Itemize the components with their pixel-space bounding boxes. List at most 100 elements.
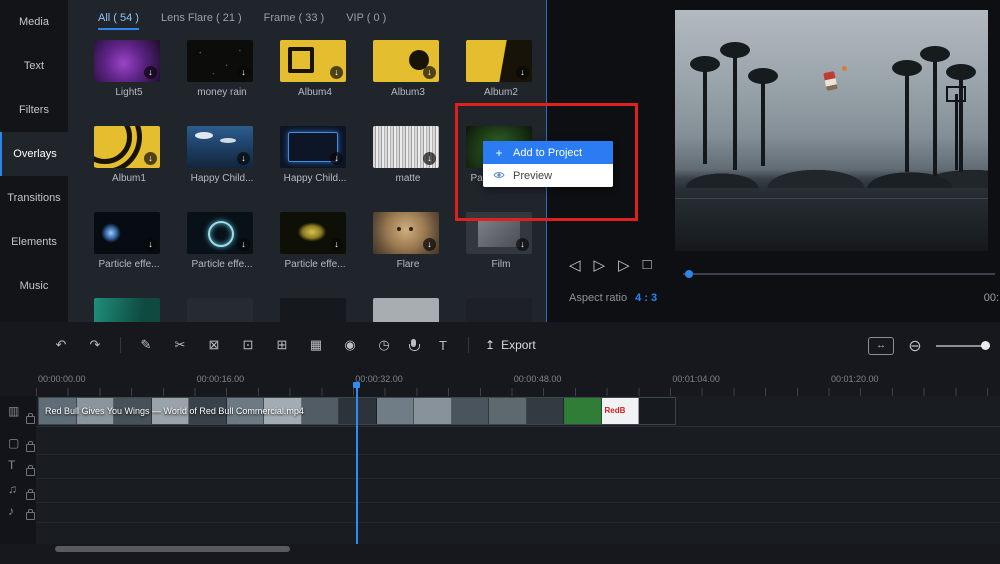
horizontal-scrollbar[interactable]: [55, 546, 290, 552]
playhead[interactable]: [356, 386, 358, 544]
overlay-thumbnail[interactable]: ↓: [280, 212, 346, 254]
download-icon[interactable]: ↓: [237, 152, 250, 165]
prev-frame-button[interactable]: ◁: [569, 256, 581, 274]
download-icon[interactable]: ↓: [423, 238, 436, 251]
overlay-item[interactable]: ↓Light5: [94, 36, 187, 122]
tab-lens-flare[interactable]: Lens Flare ( 21 ): [161, 12, 242, 30]
overlay-item[interactable]: ↓Happy Child...: [187, 122, 280, 208]
edit-icon[interactable]: ✎: [137, 337, 155, 353]
sidebar-item-overlays[interactable]: Overlays: [0, 132, 68, 176]
overlay-thumbnail[interactable]: ↓: [466, 40, 532, 82]
overlay-thumbnail[interactable]: ↓: [280, 40, 346, 82]
overlay-thumbnail[interactable]: ↓: [373, 40, 439, 82]
timeline-zoom-slider[interactable]: [936, 345, 990, 347]
overlay-thumbnail[interactable]: ↓: [94, 126, 160, 168]
overlay-thumbnail[interactable]: ↓: [94, 40, 160, 82]
zoom-out-icon[interactable]: ⊖: [906, 336, 924, 356]
download-icon[interactable]: ↓: [144, 238, 157, 251]
overlay-thumbnail[interactable]: ↓: [187, 212, 253, 254]
scissors-icon[interactable]: ✂: [171, 337, 189, 353]
sidebar-item-filters[interactable]: Filters: [0, 88, 68, 132]
overlay-thumbnail[interactable]: ↓: [187, 126, 253, 168]
text-to-speech-icon[interactable]: T: [434, 338, 452, 353]
overlay-item[interactable]: ↓matte: [373, 122, 466, 208]
overlay-thumbnail[interactable]: [94, 298, 160, 323]
aspect-ratio-value[interactable]: 4 : 3: [635, 292, 657, 304]
overlay-item[interactable]: ↓Particle effe...: [280, 208, 373, 294]
tab-frame[interactable]: Frame ( 33 ): [264, 12, 325, 30]
overlay-thumbnail[interactable]: ↓: [373, 126, 439, 168]
overlay-item[interactable]: ↓Film: [466, 208, 547, 294]
mic-icon[interactable]: [409, 339, 418, 352]
duration-icon[interactable]: ◷: [375, 337, 393, 353]
text-track[interactable]: [36, 454, 1000, 479]
preview-video[interactable]: [675, 10, 988, 251]
video-track[interactable]: Red Bull Gives You Wings — World of Red …: [36, 396, 1000, 427]
overlay-item[interactable]: [187, 294, 280, 323]
delete-icon[interactable]: ⊠: [205, 337, 223, 353]
overlay-item[interactable]: ↓Particle effe...: [187, 208, 280, 294]
overlay-item[interactable]: ↓Album3: [373, 36, 466, 122]
seek-bar[interactable]: [683, 273, 995, 275]
sidebar-item-music[interactable]: Music: [0, 264, 68, 308]
download-icon[interactable]: ↓: [423, 66, 436, 79]
crop-icon[interactable]: ⊡: [239, 337, 257, 353]
lock-icon[interactable]: [26, 416, 35, 424]
overlay-track[interactable]: [36, 432, 1000, 455]
seek-handle[interactable]: [685, 270, 693, 278]
next-frame-button[interactable]: ▷: [618, 256, 630, 274]
record-icon[interactable]: ◉: [341, 337, 359, 353]
music-track[interactable]: [36, 478, 1000, 503]
mosaic-icon[interactable]: ▦: [307, 337, 325, 353]
overlay-thumbnail[interactable]: ↓: [187, 40, 253, 82]
download-icon[interactable]: ↓: [144, 152, 157, 165]
overlay-thumbnail[interactable]: ↓: [373, 212, 439, 254]
redo-icon[interactable]: ↷: [86, 337, 104, 353]
video-track-icon[interactable]: ▥: [8, 404, 19, 418]
overlay-item[interactable]: ↓Album2: [466, 36, 547, 122]
tab-vip[interactable]: VIP ( 0 ): [346, 12, 386, 30]
overlay-item[interactable]: ↓Happy Child...: [280, 122, 373, 208]
overlay-item[interactable]: [280, 294, 373, 323]
lock-icon[interactable]: [26, 444, 35, 452]
sidebar-item-elements[interactable]: Elements: [0, 220, 68, 264]
music-track-icon[interactable]: ♫: [8, 482, 17, 496]
download-icon[interactable]: ↓: [330, 238, 343, 251]
zoom-slider-knob[interactable]: [981, 341, 990, 350]
overlay-thumbnail[interactable]: ↓: [94, 212, 160, 254]
sidebar-item-text[interactable]: Text: [0, 44, 68, 88]
overlay-thumbnail[interactable]: [373, 298, 439, 323]
download-icon[interactable]: ↓: [516, 238, 529, 251]
overlay-thumbnail[interactable]: ↓: [280, 126, 346, 168]
overlay-item[interactable]: ↓money rain: [187, 36, 280, 122]
download-icon[interactable]: ↓: [144, 66, 157, 79]
overlay-thumbnail[interactable]: [466, 298, 532, 323]
canvas-icon[interactable]: ⊞: [273, 337, 291, 353]
export-button[interactable]: ↥ Export: [485, 338, 536, 352]
lock-icon[interactable]: [26, 512, 35, 520]
overlay-item[interactable]: [466, 294, 547, 323]
overlay-item[interactable]: ↓Particle effe...: [94, 208, 187, 294]
stop-button[interactable]: □: [643, 256, 652, 274]
download-icon[interactable]: ↓: [330, 66, 343, 79]
context-menu-add-to-project[interactable]: + Add to Project: [483, 141, 613, 164]
lock-icon[interactable]: [26, 468, 35, 476]
download-icon[interactable]: ↓: [237, 238, 250, 251]
download-icon[interactable]: ↓: [423, 152, 436, 165]
tab-all[interactable]: All ( 54 ): [98, 12, 139, 30]
overlay-track-icon[interactable]: ▢: [8, 436, 19, 450]
overlay-item[interactable]: [94, 294, 187, 323]
download-icon[interactable]: ↓: [237, 66, 250, 79]
sidebar-item-transitions[interactable]: Transitions: [0, 176, 68, 220]
audio-track-icon[interactable]: ♪: [8, 504, 14, 518]
text-track-icon[interactable]: T: [8, 458, 15, 472]
overlay-thumbnail[interactable]: [280, 298, 346, 323]
play-button[interactable]: ▷: [594, 256, 606, 274]
overlay-item[interactable]: ↓Album1: [94, 122, 187, 208]
context-menu-preview[interactable]: Preview: [483, 164, 613, 187]
overlay-thumbnail[interactable]: ↓: [466, 212, 532, 254]
audio-track[interactable]: [36, 502, 1000, 523]
lock-icon[interactable]: [26, 492, 35, 500]
sidebar-item-media[interactable]: Media: [0, 0, 68, 44]
download-icon[interactable]: ↓: [516, 66, 529, 79]
